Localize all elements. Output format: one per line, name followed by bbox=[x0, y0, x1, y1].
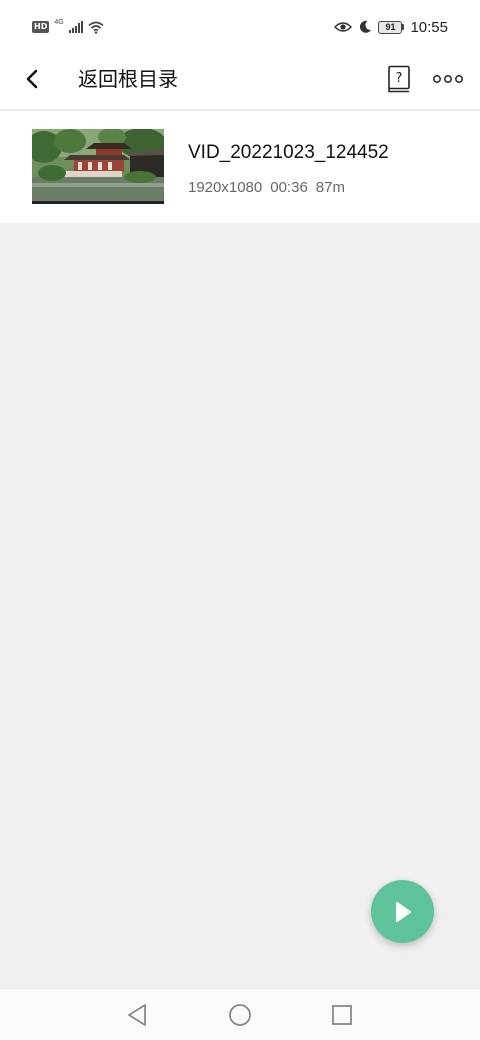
file-size: 87m bbox=[315, 179, 345, 196]
video-thumbnail bbox=[32, 129, 164, 204]
nav-recents-icon bbox=[332, 1005, 352, 1025]
battery-icon: 91 bbox=[378, 20, 405, 34]
back-button[interactable] bbox=[14, 61, 50, 97]
file-meta: 1920x1080 00:36 87m bbox=[188, 178, 345, 198]
help-icon-glyph: ? bbox=[396, 71, 403, 86]
network-type-label: 4G bbox=[54, 18, 64, 26]
hd-badge: HD bbox=[32, 21, 50, 33]
help-button[interactable]: ? bbox=[384, 61, 414, 97]
status-bar: HD 4G 91 10:55 bbox=[0, 0, 480, 52]
file-duration: 00:36 bbox=[270, 179, 308, 196]
play-button[interactable] bbox=[371, 880, 434, 943]
back-arrow-icon bbox=[26, 69, 38, 89]
help-book-icon: ? bbox=[388, 65, 410, 93]
file-list: VID_20221023_124452 1920x1080 00:36 87m bbox=[0, 111, 480, 223]
nav-back-button[interactable] bbox=[123, 1001, 151, 1029]
nav-back-icon bbox=[128, 1004, 146, 1026]
nav-home-button[interactable] bbox=[226, 1001, 254, 1029]
app-bar: 返回根目录 ? bbox=[0, 52, 480, 110]
signal-icon bbox=[68, 21, 83, 33]
file-resolution: 1920x1080 bbox=[188, 179, 263, 196]
play-icon bbox=[395, 901, 411, 922]
status-left-group: HD 4G bbox=[32, 18, 104, 36]
system-navigation-bar bbox=[0, 988, 480, 1040]
wifi-icon bbox=[88, 21, 104, 34]
battery-tip bbox=[402, 24, 405, 30]
nav-recents-button[interactable] bbox=[328, 1001, 356, 1029]
file-list-item[interactable]: VID_20221023_124452 1920x1080 00:36 87m bbox=[0, 111, 480, 223]
nav-home-icon bbox=[229, 1004, 251, 1026]
page-title: 返回根目录 bbox=[78, 67, 178, 91]
file-name: VID_20221023_124452 bbox=[188, 142, 389, 163]
pagoda-garden-pond-thumbnail bbox=[32, 129, 164, 204]
more-dots-icon bbox=[433, 75, 463, 83]
battery-level: 91 bbox=[378, 20, 403, 34]
clock: 10:55 bbox=[410, 18, 448, 36]
status-right-group: 91 10:55 bbox=[334, 16, 448, 38]
moon-icon bbox=[360, 20, 372, 33]
eye-icon bbox=[334, 22, 353, 32]
more-options-button[interactable] bbox=[428, 61, 468, 97]
